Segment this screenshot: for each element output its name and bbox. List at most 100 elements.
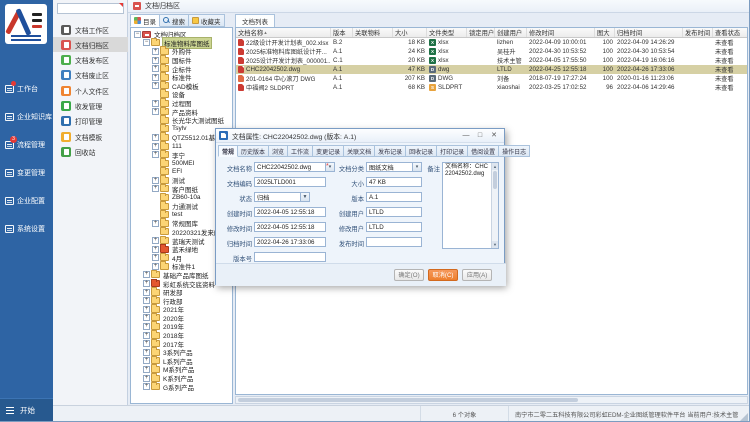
table-row[interactable]: 22级设计开发计划表_002.xlsxB.218 KBXxlsxlizhen20… bbox=[236, 38, 747, 47]
expand-icon[interactable]: + bbox=[143, 271, 150, 278]
expand-icon[interactable]: + bbox=[152, 134, 159, 141]
create_time-field[interactable]: 2022-04-05 12:55:18 bbox=[254, 207, 326, 217]
expand-icon[interactable]: + bbox=[143, 306, 150, 313]
doc_name-field[interactable]: CHC22042502.dwg bbox=[254, 162, 326, 172]
expand-icon[interactable]: + bbox=[152, 108, 159, 115]
chevron-down-icon[interactable]: ▾ bbox=[413, 162, 422, 172]
sidebar-item-process-mgmt[interactable]: 流程管理3 bbox=[0, 134, 53, 156]
column-header[interactable]: 图大 bbox=[595, 28, 615, 37]
note-scrollbar[interactable]: ▲▼ bbox=[491, 163, 498, 248]
column-header[interactable]: 关联物料 bbox=[353, 28, 393, 37]
modify_time-field[interactable]: 2022-04-05 12:55:18 bbox=[254, 222, 326, 232]
version_no-field[interactable] bbox=[254, 252, 326, 262]
column-header[interactable]: 归档时间 bbox=[615, 28, 683, 37]
nav-item-recycle-bin[interactable]: 回收站 bbox=[53, 144, 128, 159]
sidebar-item-change-mgmt[interactable]: 变更管理 bbox=[0, 162, 53, 184]
column-header[interactable]: 发布时间 bbox=[683, 28, 713, 37]
expand-icon[interactable]: + bbox=[152, 254, 159, 261]
dialog-tab[interactable]: 借阅设置 bbox=[468, 145, 499, 157]
size-field[interactable]: 47 KB bbox=[366, 177, 422, 187]
tree-tab-search[interactable]: 搜索 bbox=[160, 14, 189, 27]
expand-icon[interactable]: + bbox=[143, 280, 150, 287]
maximize-icon[interactable]: □ bbox=[473, 130, 487, 141]
expand-icon[interactable]: + bbox=[143, 366, 150, 373]
nav-item-doc-abolish[interactable]: 文档废止区 bbox=[53, 68, 128, 83]
expand-icon[interactable]: + bbox=[152, 82, 159, 89]
dialog-tab[interactable]: 工作流 bbox=[288, 145, 313, 157]
dialog-tab[interactable]: 操作日志 bbox=[499, 145, 530, 157]
expand-icon[interactable]: + bbox=[143, 357, 150, 364]
tab-document-list[interactable]: 文档列表 bbox=[235, 14, 275, 27]
tree-tab-fav[interactable]: 收藏夹 bbox=[189, 14, 225, 27]
start-button[interactable]: 开始 bbox=[0, 398, 53, 422]
scrollbar-thumb[interactable] bbox=[493, 171, 497, 189]
dialog-tab[interactable]: 发布记录 bbox=[375, 145, 406, 157]
expand-icon[interactable]: + bbox=[143, 289, 150, 296]
tree-node[interactable]: 长光华大测试图纸 bbox=[131, 116, 232, 125]
nav-search-input[interactable] bbox=[57, 3, 124, 14]
expand-icon[interactable]: + bbox=[152, 74, 159, 81]
status-field[interactable]: 归档 bbox=[254, 192, 301, 202]
expand-icon[interactable]: + bbox=[152, 220, 159, 227]
close-icon[interactable]: ✕ bbox=[487, 130, 501, 141]
column-header[interactable]: 锁定用户 bbox=[467, 28, 495, 37]
expand-icon[interactable]: + bbox=[143, 323, 150, 330]
expand-icon[interactable]: + bbox=[143, 314, 150, 321]
expand-icon[interactable]: + bbox=[143, 332, 150, 339]
version-field[interactable]: A.1 bbox=[366, 192, 422, 202]
expand-icon[interactable]: + bbox=[152, 57, 159, 64]
chevron-down-icon[interactable]: ▼ bbox=[301, 192, 310, 202]
dialog-tab[interactable]: 变更记录 bbox=[313, 145, 344, 157]
column-header[interactable]: 文档名称▴ bbox=[236, 28, 331, 37]
column-header[interactable]: 大小 bbox=[393, 28, 427, 37]
dialog-tab[interactable]: 常规 bbox=[218, 145, 238, 157]
collapse-icon[interactable]: − bbox=[143, 39, 150, 46]
table-row[interactable]: 2025标准物料库图纸设计开...A.124 KBXxlsx吴桂升2022-04… bbox=[236, 47, 747, 56]
column-header[interactable]: 创建用户 bbox=[495, 28, 527, 37]
nav-item-doc-workspace[interactable]: 文档工作区 bbox=[53, 22, 128, 37]
tree-node[interactable]: +G系列产品 bbox=[131, 382, 232, 391]
expand-icon[interactable]: + bbox=[143, 297, 150, 304]
expand-icon[interactable]: + bbox=[143, 383, 150, 390]
expand-icon[interactable]: + bbox=[152, 48, 159, 55]
expand-icon[interactable]: + bbox=[143, 375, 150, 382]
scrollbar-thumb[interactable] bbox=[238, 398, 578, 402]
expand-icon[interactable]: + bbox=[152, 263, 159, 270]
column-header[interactable]: 修改时间 bbox=[527, 28, 595, 37]
column-header[interactable]: 文件类型 bbox=[427, 28, 467, 37]
tree-tab-catalog[interactable]: 目录 bbox=[130, 14, 160, 27]
table-row[interactable]: CHC22042502.dwgA.147 KBDdwgLTLD2022-04-2… bbox=[236, 65, 747, 74]
sidebar-item-enterprise-config[interactable]: 企业配置 bbox=[0, 190, 53, 212]
table-row[interactable]: 中福阀2 SLDPRTA.168 KBSSLDPRTxiaoshai2022-0… bbox=[236, 83, 747, 92]
expand-icon[interactable]: + bbox=[152, 143, 159, 150]
archive_time-field[interactable]: 2022-04-26 17:33:06 bbox=[254, 237, 326, 247]
column-header[interactable]: 查看状态 bbox=[713, 28, 748, 37]
expand-icon[interactable]: + bbox=[152, 246, 159, 253]
sidebar-item-workbench[interactable]: 工作台 bbox=[0, 78, 53, 100]
ok-button[interactable]: 确定(O) bbox=[394, 269, 424, 281]
expand-icon[interactable]: + bbox=[152, 100, 159, 107]
expand-icon[interactable]: + bbox=[152, 185, 159, 192]
table-row[interactable]: 201-0164 中心滚刀 DWGA.1207 KBDDWG刘备2018-07-… bbox=[236, 74, 747, 83]
doc_class-field[interactable]: 图纸文档 bbox=[366, 162, 413, 172]
scroll-down-icon[interactable]: ▼ bbox=[492, 241, 498, 248]
dialog-tab[interactable]: 关联文档 bbox=[344, 145, 375, 157]
dialog-tab[interactable]: 浏览 bbox=[269, 145, 288, 157]
create_user-field[interactable]: LTLD bbox=[366, 207, 422, 217]
nav-item-print-mgmt[interactable]: 打印管理 bbox=[53, 114, 128, 129]
collapse-icon[interactable]: − bbox=[134, 31, 141, 38]
nav-item-send-receive[interactable]: 收发管理 bbox=[53, 99, 128, 114]
minimize-icon[interactable]: — bbox=[459, 130, 473, 141]
scroll-up-icon[interactable]: ▲ bbox=[492, 163, 498, 170]
note-textarea[interactable]: 文档名称：CHC22042502.dwg▲▼ bbox=[442, 162, 499, 249]
resize-grip[interactable] bbox=[740, 413, 748, 421]
nav-item-doc-template[interactable]: 文档模板 bbox=[53, 129, 128, 144]
dialog-tab[interactable]: 历史版本 bbox=[238, 145, 269, 157]
nav-item-doc-publish[interactable]: 文档发布区 bbox=[53, 53, 128, 68]
expand-icon[interactable]: + bbox=[152, 65, 159, 72]
sidebar-item-knowledge-base[interactable]: 企业知识库 bbox=[0, 106, 53, 128]
doc_code-field[interactable]: 2025LTLD001 bbox=[254, 177, 326, 187]
cancel-button[interactable]: 取消(C) bbox=[428, 269, 458, 281]
horizontal-scrollbar[interactable] bbox=[235, 396, 748, 404]
expand-icon[interactable]: + bbox=[152, 237, 159, 244]
